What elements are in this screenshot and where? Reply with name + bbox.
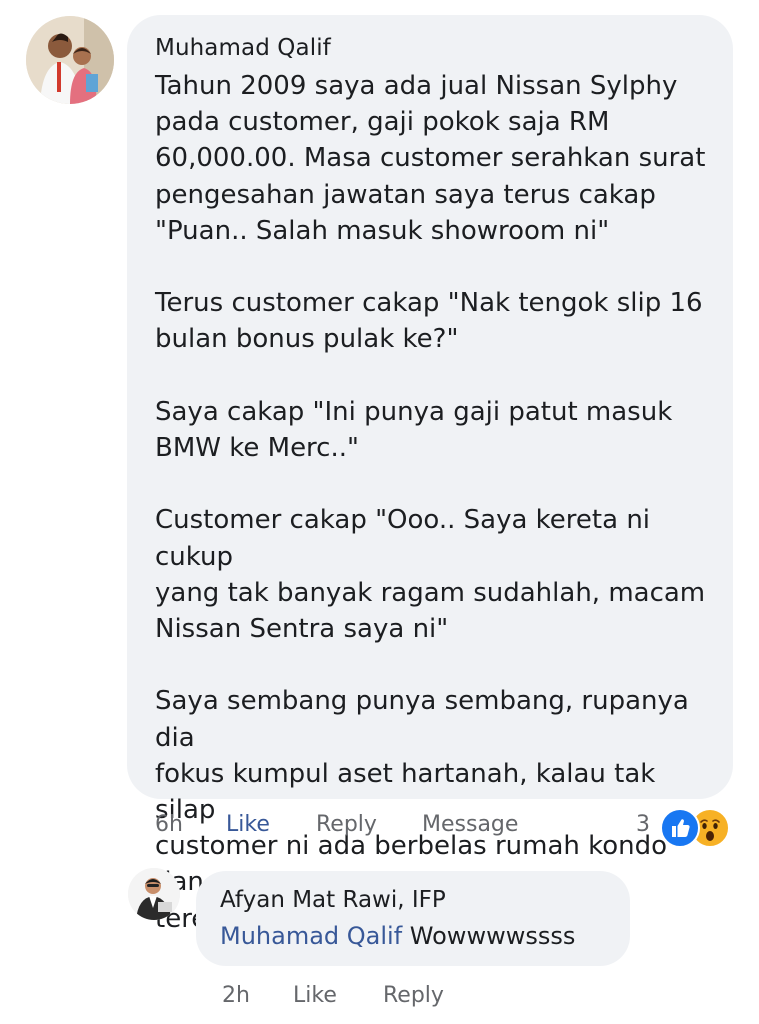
replier-avatar[interactable] [128, 868, 180, 920]
comment-bubble: Muhamad Qalif Tahun 2009 saya ada jual N… [127, 15, 733, 934]
message-button[interactable]: Message [422, 812, 518, 837]
reply-timestamp[interactable]: 2h [222, 983, 250, 1008]
reply-like-button[interactable]: Like [293, 983, 337, 1008]
comment-text: Tahun 2009 saya ada jual Nissan Sylphy p… [155, 71, 706, 934]
reply-message: Wowwwwssss [402, 922, 576, 950]
like-reaction-icon [660, 808, 700, 848]
reply-author[interactable]: Afyan Mat Rawi, IFP [220, 885, 608, 915]
mention-link[interactable]: Muhamad Qalif [220, 922, 402, 950]
reply-text: Muhamad Qalif Wowwwwssss [220, 919, 608, 953]
commenter-avatar[interactable] [26, 16, 114, 104]
comment-author[interactable]: Muhamad Qalif [155, 33, 707, 63]
reply-actions: 2h Like Reply [0, 983, 759, 1013]
reply-bubble: Afyan Mat Rawi, IFP Muhamad Qalif Wowwww… [196, 871, 630, 966]
reaction-summary[interactable]: 3 [636, 806, 746, 848]
like-button[interactable]: Like [226, 812, 270, 837]
person-photo-icon [26, 16, 114, 104]
reaction-count: 3 [636, 812, 650, 837]
person-photo-icon [128, 868, 180, 920]
comment-timestamp[interactable]: 6h [155, 812, 183, 837]
reply-reply-button[interactable]: Reply [383, 983, 444, 1008]
reply-button[interactable]: Reply [316, 812, 377, 837]
